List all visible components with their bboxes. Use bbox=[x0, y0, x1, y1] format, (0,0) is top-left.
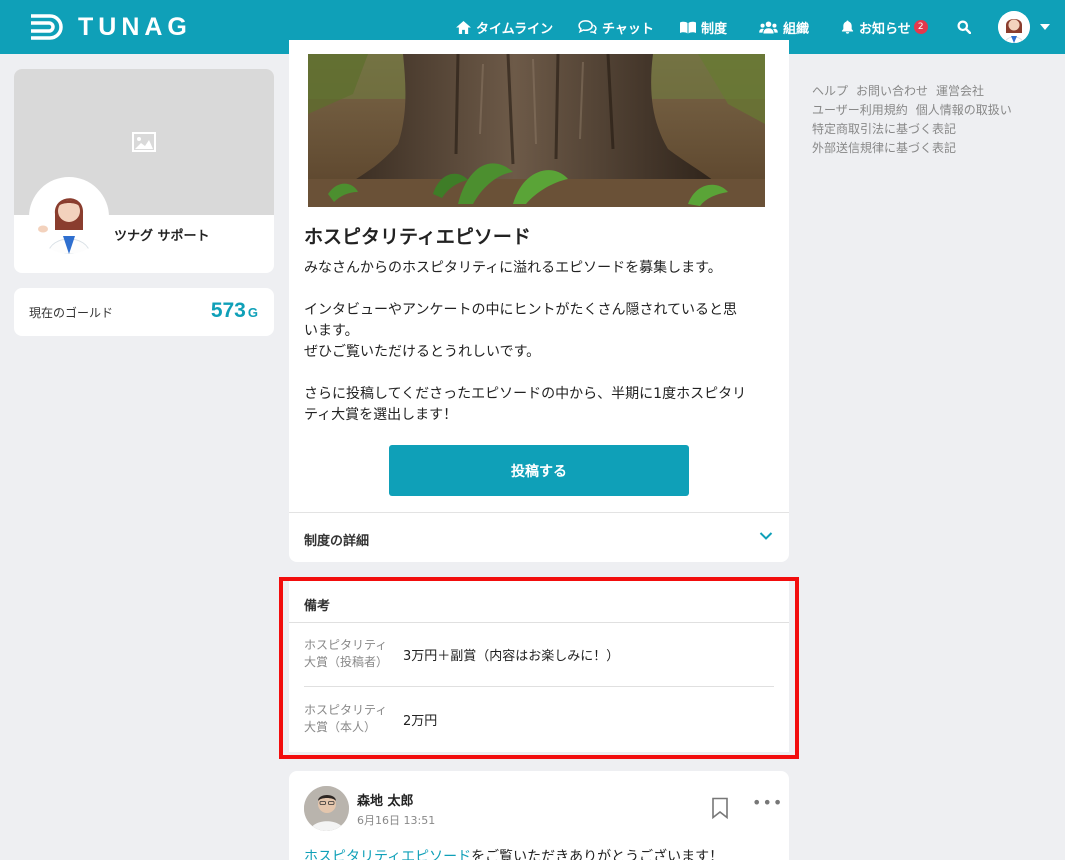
notes-card: 備考 ホスピタリティ 大賞（投稿者） 3万円＋副賞（内容はお楽しみに！） ホスピ… bbox=[289, 580, 789, 752]
profile-name[interactable]: ツナグ サポート bbox=[114, 225, 210, 244]
notes-row-value: 2万円 bbox=[403, 714, 438, 729]
nav-notifications-label: お知らせ bbox=[859, 21, 911, 37]
user-avatar-illustration bbox=[998, 11, 1030, 43]
footer-link-commerce-law[interactable]: 特定商取引法に基づく表記 bbox=[812, 122, 956, 136]
notes-title: 備考 bbox=[304, 599, 331, 614]
post-card: ホスピタリティエピソード みなさんからのホスピタリティに溢れるエピソードを募集し… bbox=[289, 40, 789, 562]
chat-icon bbox=[578, 20, 597, 34]
comment-link[interactable]: ホスピタリティエピソード bbox=[304, 849, 471, 860]
users-icon bbox=[759, 20, 778, 34]
footer-link-help[interactable]: ヘルプ bbox=[812, 84, 848, 98]
search-button[interactable] bbox=[957, 0, 976, 54]
comment-text: ホスピタリティエピソードをご覧いただきありがとうございます！ bbox=[304, 846, 723, 860]
profile-avatar[interactable] bbox=[29, 177, 109, 257]
book-icon bbox=[680, 21, 696, 33]
profile-avatar-illustration bbox=[32, 180, 106, 254]
notes-row-value: 3万円＋副賞（内容はお楽しみに！） bbox=[403, 649, 620, 664]
notes-row-label: ホスピタリティ 大賞（投稿者） bbox=[304, 638, 389, 669]
gold-label: 現在のゴールド bbox=[29, 306, 114, 320]
nav-chat-label: チャット bbox=[602, 21, 654, 37]
profile-card: ツナグ サポート bbox=[14, 69, 274, 273]
tunag-logo[interactable]: TUNAG bbox=[28, 12, 192, 42]
details-accordion[interactable]: 制度の詳細 bbox=[289, 512, 789, 562]
nav-timeline-label: タイムライン bbox=[476, 21, 554, 37]
tunag-logo-icon bbox=[31, 14, 63, 40]
footer-link-external-transmission[interactable]: 外部送信規律に基づく表記 bbox=[812, 141, 956, 155]
post-title: ホスピタリティエピソード bbox=[304, 226, 531, 248]
footer-link-terms[interactable]: ユーザー利用規約 bbox=[812, 103, 908, 117]
footer-link-privacy[interactable]: 個人情報の取扱い bbox=[916, 103, 1012, 117]
comment-card: 森地 太郎 6月16日 13:51 ••• ホスピタリティエピソードをご覧いただ… bbox=[289, 771, 789, 860]
search-icon bbox=[957, 20, 971, 34]
details-label: 制度の詳細 bbox=[304, 534, 370, 549]
chevron-down-icon bbox=[759, 532, 773, 540]
submit-post-button[interactable]: 投稿する bbox=[389, 445, 689, 496]
bell-icon bbox=[841, 20, 854, 34]
post-hero-image bbox=[308, 54, 765, 207]
notes-row-label: ホスピタリティ 大賞（本人） bbox=[304, 703, 388, 734]
nav-notifications[interactable]: お知らせ 2 bbox=[841, 0, 928, 54]
gold-balance-card: 現在のゴールド 573 G bbox=[14, 288, 274, 336]
tree-trunk-photo bbox=[308, 54, 765, 207]
more-options-icon[interactable]: ••• bbox=[752, 793, 783, 812]
notes-row: ホスピタリティ 大賞（投稿者） 3万円＋副賞（内容はお楽しみに！） bbox=[304, 623, 774, 687]
brand-name: TUNAG bbox=[78, 12, 192, 41]
nav-system-label: 制度 bbox=[701, 21, 728, 37]
user-avatar[interactable] bbox=[998, 11, 1030, 43]
footer-link-contact[interactable]: お問い合わせ bbox=[856, 84, 928, 98]
footer-links: ヘルプ お問い合わせ 運営会社 ユーザー利用規約 個人情報の取扱い 特定商取引法に基づ… bbox=[812, 82, 1052, 158]
post-description: みなさんからのホスピタリティに溢れるエピソードを募集します。 インタビューやアン… bbox=[304, 260, 747, 423]
comment-body: をご覧いただきありがとうございます！ bbox=[471, 849, 724, 860]
comment-date: 6月16日 13:51 bbox=[357, 814, 436, 827]
image-placeholder-icon bbox=[132, 132, 156, 152]
home-icon bbox=[456, 20, 471, 34]
account-menu-caret[interactable] bbox=[1040, 24, 1050, 30]
comment-author-name[interactable]: 森地 太郎 bbox=[357, 790, 414, 809]
notification-count-badge: 2 bbox=[913, 20, 928, 34]
nav-org-label: 組織 bbox=[783, 21, 810, 37]
author-photo bbox=[304, 786, 349, 831]
gold-value: 573 G bbox=[211, 299, 258, 323]
comment-author-avatar[interactable] bbox=[304, 786, 349, 831]
gold-unit: G bbox=[247, 305, 258, 320]
footer-link-company[interactable]: 運営会社 bbox=[936, 84, 984, 98]
bookmark-icon[interactable] bbox=[711, 797, 729, 819]
notes-row: ホスピタリティ 大賞（本人） 2万円 bbox=[304, 688, 774, 752]
gold-amount: 573 bbox=[210, 299, 246, 322]
